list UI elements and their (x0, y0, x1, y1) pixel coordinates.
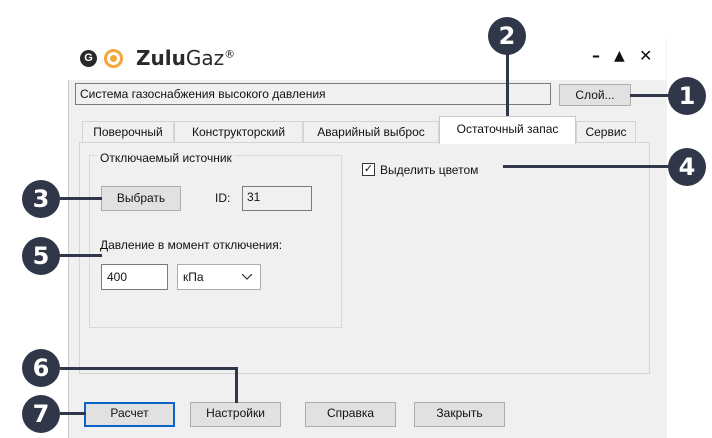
close-window-button[interactable]: ✕ (639, 46, 652, 65)
id-value-field: 31 (242, 186, 312, 211)
callout-5-leader (60, 254, 102, 257)
system-name-field[interactable]: Система газоснабжения высокого давления (75, 83, 551, 105)
tab-emergency-release[interactable]: Аварийный выброс (303, 121, 439, 143)
callout-3-marker: 3 (22, 180, 60, 218)
app-logo-g-icon: G (80, 50, 97, 67)
callout-6-marker: 6 (22, 349, 60, 387)
unit-select[interactable]: кПа (177, 264, 261, 290)
callout-7-marker: 7 (22, 395, 60, 433)
callout-1-marker: 1 (668, 77, 706, 115)
maximize-button[interactable]: ▲ (614, 48, 625, 64)
close-button[interactable]: Закрыть (414, 402, 505, 427)
callout-2-leader (506, 54, 509, 118)
chevron-down-icon (242, 274, 252, 280)
tab-residual-stock[interactable]: Остаточный запас (439, 116, 576, 144)
callout-2-marker: 2 (488, 17, 526, 55)
unit-select-value: кПа (183, 270, 204, 284)
tab-verification[interactable]: Поверочный (82, 121, 174, 143)
window-title: ZuluGaz® (136, 46, 236, 70)
minimize-button[interactable]: – (592, 46, 600, 65)
tab-service[interactable]: Сервис (576, 121, 636, 143)
callout-6-leader (60, 367, 238, 370)
pressure-input[interactable]: 400 (101, 264, 168, 290)
callout-5-marker: 5 (22, 237, 60, 275)
callout-4-marker: 4 (668, 148, 706, 186)
layer-button[interactable]: Слой... (559, 84, 631, 106)
callout-3-leader (60, 197, 102, 200)
tab-design[interactable]: Конструкторский (174, 121, 303, 143)
pressure-label: Давление в момент отключения: (100, 238, 283, 252)
select-source-button[interactable]: Выбрать (101, 186, 181, 211)
callout-4-leader (503, 165, 669, 168)
callout-7-leader (60, 412, 86, 415)
highlight-checkbox[interactable]: ✓ (362, 163, 375, 176)
callout-6-leader-vertical (235, 367, 238, 403)
app-logo-ring-icon (104, 49, 123, 68)
source-group-legend: Отключаемый источник (97, 151, 235, 165)
highlight-label: Выделить цветом (380, 163, 479, 177)
help-button[interactable]: Справка (305, 402, 396, 427)
calculate-button[interactable]: Расчет (84, 402, 175, 427)
settings-button[interactable]: Настройки (190, 402, 281, 427)
id-label: ID: (215, 191, 231, 205)
